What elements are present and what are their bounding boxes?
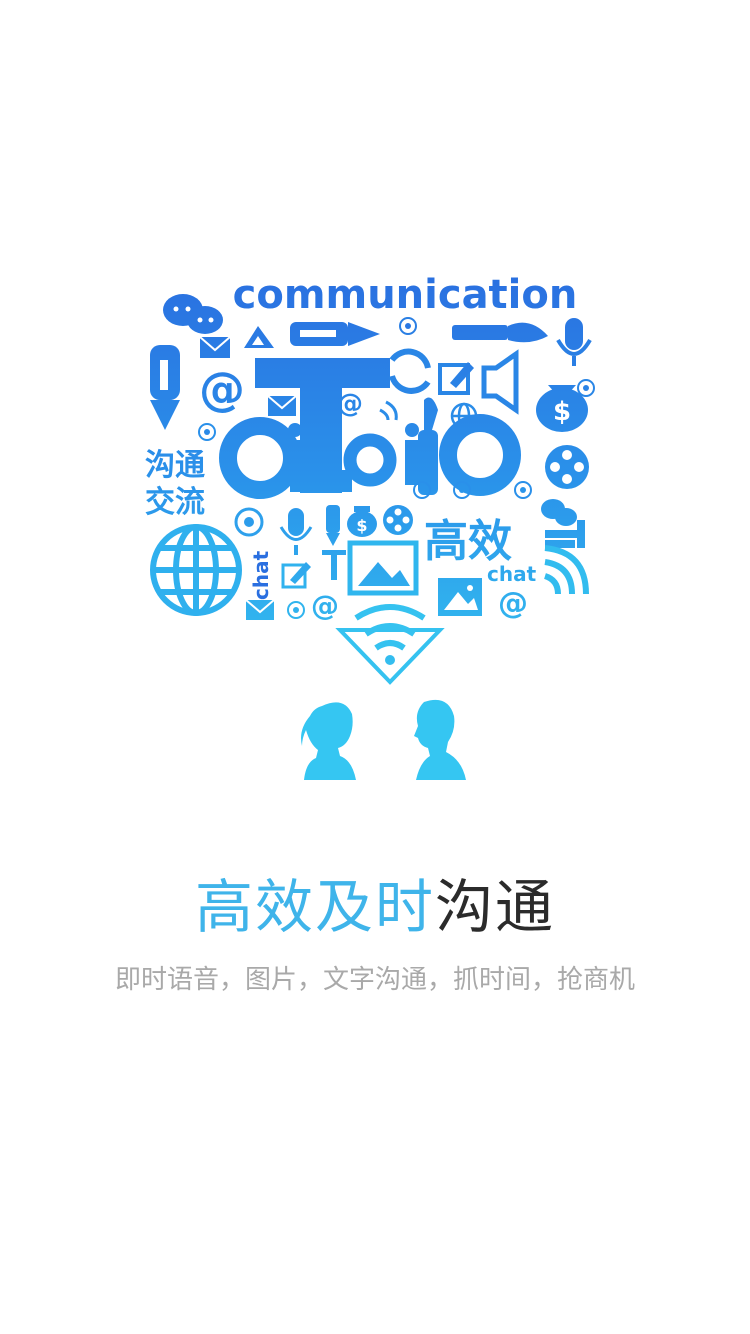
bell-icon — [244, 326, 274, 348]
envelope-icon-2 — [267, 395, 297, 416]
small-t-letter — [322, 550, 346, 580]
target-icon-1 — [399, 317, 417, 335]
headline: 高效及时沟通 — [0, 862, 750, 952]
chat-word-2: chat — [487, 562, 537, 586]
cn-word-goutong: 沟通 — [145, 448, 205, 483]
edit-icon-2 — [281, 562, 311, 589]
at-icon-1: @ — [199, 362, 245, 416]
woman-silhouette — [301, 702, 356, 780]
dollar-symbol-2: $ — [356, 516, 367, 535]
small-o-letters — [343, 433, 397, 487]
envelope-icon-3 — [245, 599, 275, 620]
paintbrush-vertical-icon — [418, 397, 438, 495]
headline-blue-part: 高效及时 — [194, 873, 435, 941]
target-icon-3 — [198, 423, 216, 441]
microphone-icon-2 — [279, 508, 313, 555]
cn-word-jiaoliu: 交流 — [145, 485, 205, 520]
at-icon-3: @ — [311, 589, 339, 622]
film-reel-icon — [545, 445, 589, 489]
film-reel-icon-2 — [383, 505, 413, 535]
microphone-icon — [556, 318, 592, 366]
refresh-icon — [389, 348, 431, 394]
headline-dark-part: 沟通 — [435, 873, 556, 941]
edit-icon-1 — [438, 362, 474, 395]
chat-bubbles-icon — [163, 294, 223, 334]
pencil-top-icon — [290, 322, 380, 346]
target-icon-8 — [287, 601, 305, 619]
paintbrush-icon — [452, 322, 548, 343]
money-bag-icon-2: $ — [347, 506, 377, 537]
communication-illustration: communication @ @ @ @ $ 沟通 交流 $ 高效 chat … — [145, 272, 595, 780]
picture-icon-1 — [347, 540, 419, 596]
target-icon-7 — [234, 507, 264, 537]
subtitle: 即时语音，图片，文字沟通，抓时间，抢商机 — [114, 965, 635, 995]
envelope-icon — [199, 336, 231, 358]
speaker-icon — [481, 349, 519, 415]
chat-word-1: chat — [249, 550, 273, 600]
globe-large-icon — [150, 524, 242, 616]
pencil-small-icon — [326, 505, 340, 546]
wifi-small-icon — [379, 400, 398, 421]
target-icon-6 — [514, 481, 532, 499]
wifi-funnel-icon — [335, 604, 445, 685]
sound-waves-icon — [543, 545, 589, 595]
dollar-symbol-1: $ — [553, 397, 571, 427]
picture-icon-2 — [438, 578, 482, 616]
at-icon-4: @ — [498, 586, 528, 621]
cn-word-gaoxiao: 高效 — [424, 516, 512, 567]
people-silhouettes — [301, 699, 466, 780]
communication-word: communication — [233, 272, 578, 318]
target-icon-2 — [577, 379, 595, 397]
man-silhouette — [414, 699, 466, 780]
chat-bubbles-icon-2 — [541, 499, 577, 526]
pencil-vertical-icon — [150, 345, 180, 430]
